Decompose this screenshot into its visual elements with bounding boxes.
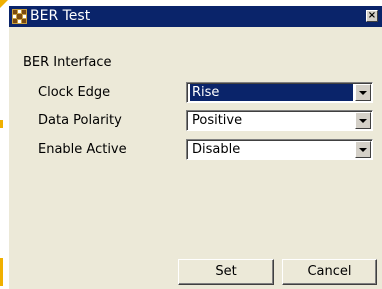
data-polarity-label: Data Polarity [38,113,122,128]
enable-active-value: Disable [192,142,241,157]
clock-edge-select[interactable]: Rise [186,82,373,103]
edge-marker [0,120,3,128]
set-button[interactable]: Set [178,259,274,285]
section-title: BER Interface [23,55,112,70]
clock-edge-value: Rise [190,84,353,101]
chevron-down-icon [359,119,367,123]
edge-marker [0,258,3,286]
titlebar: BER Test × [9,6,382,27]
cancel-button[interactable]: Cancel [282,259,377,285]
close-icon[interactable]: × [366,10,378,22]
app-icon [12,9,27,24]
data-polarity-select[interactable]: Positive [186,110,373,131]
corner-marker [0,0,8,8]
chevron-down-icon [359,91,367,95]
clock-edge-label: Clock Edge [38,85,111,100]
data-polarity-value: Positive [192,113,243,128]
ber-test-dialog: BER Test × BER Interface Clock Edge Rise… [8,5,382,289]
enable-active-label: Enable Active [38,142,127,157]
chevron-down-icon [359,148,367,152]
clock-edge-dropdown-button[interactable] [355,84,371,101]
data-polarity-dropdown-button[interactable] [355,112,371,129]
enable-active-dropdown-button[interactable] [355,141,371,158]
enable-active-select[interactable]: Disable [186,139,373,160]
window-title: BER Test [30,8,91,24]
